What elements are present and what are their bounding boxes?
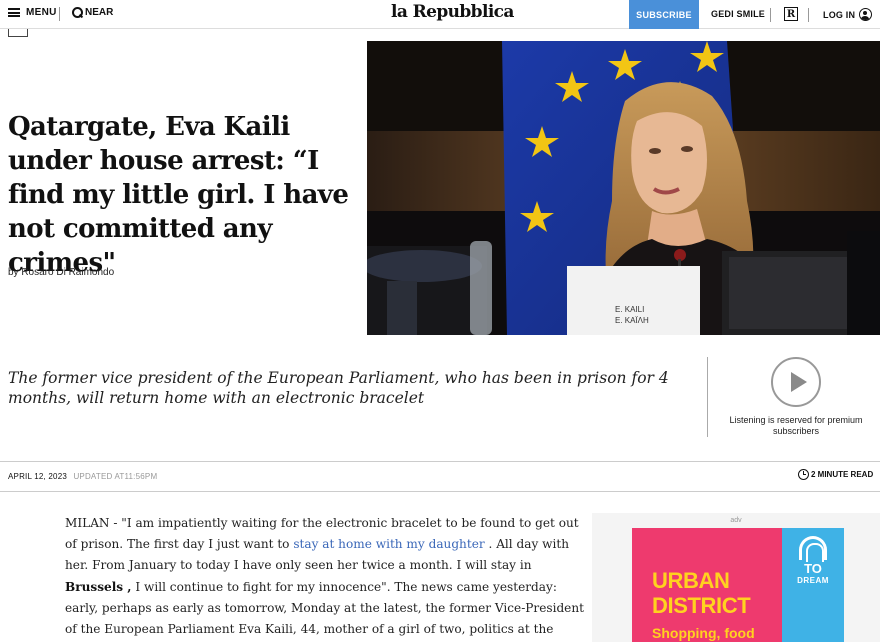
clock-icon [798, 469, 809, 480]
divider [59, 7, 60, 21]
divider [707, 357, 708, 437]
updated-time: UPDATED AT11:56PM [73, 472, 158, 481]
read-time: 2 MINUTE READ [798, 469, 873, 480]
article-body: MILAN - "I am impatiently waiting for th… [65, 513, 585, 642]
expand-icon[interactable] [8, 29, 28, 37]
article-date: APRIL 12, 2023 UPDATED AT11:56PM [8, 472, 157, 481]
login-label: LOG IN [823, 9, 856, 20]
login-button[interactable]: LOG IN [823, 8, 873, 21]
daughter-link[interactable]: stay at home with my daughter [293, 537, 484, 551]
menu-label: MENU [26, 7, 57, 18]
user-icon [859, 8, 873, 21]
repubblica-r-icon[interactable]: R [784, 7, 798, 21]
advertisement-banner[interactable]: TO DREAM URBAN DISTRICT Shopping, food [632, 528, 844, 642]
ad-logo-dream: DREAM [797, 576, 829, 585]
arch-icon [799, 536, 827, 562]
hamburger-icon [8, 8, 20, 17]
ad-title: URBAN DISTRICT [652, 568, 751, 618]
top-navigation-bar: MENU NEAR la Repubblica SUBSCRIBE GEDI S… [0, 0, 880, 29]
publish-date: APRIL 12, 2023 [8, 472, 67, 481]
gedi-smile-link[interactable]: GEDI SMILE [711, 9, 765, 19]
divider [0, 461, 880, 462]
ad-subtitle: Shopping, food [652, 625, 755, 641]
subscribe-button[interactable]: SUBSCRIBE [629, 0, 699, 29]
divider [770, 8, 771, 22]
divider [0, 491, 880, 492]
audio-play-button[interactable] [771, 357, 821, 407]
listening-notice: Listening is reserved for premium subscr… [729, 415, 863, 436]
ad-label: adv [730, 517, 742, 524]
divider [808, 8, 809, 22]
near-label: NEAR [85, 7, 114, 18]
nameplate-line2: E. KAΪΛΗ [615, 316, 649, 325]
near-search-button[interactable]: NEAR [72, 7, 113, 18]
menu-button[interactable]: MENU [8, 7, 57, 18]
read-time-label: 2 MINUTE READ [811, 470, 874, 479]
site-logo[interactable]: la Repubblica [391, 2, 514, 22]
article-summary: The former vice president of the Europea… [8, 369, 669, 407]
body-bold-text: Brussels , [65, 579, 132, 594]
ad-title-line1: URBAN [652, 568, 730, 593]
hero-image: E. KAILI E. KAΪΛΗ [367, 41, 880, 335]
article-byline[interactable]: by Rosaro Di Raimondo [8, 267, 114, 278]
body-text: I will continue to fight for my innocenc… [65, 579, 584, 637]
article-headline: Qatargate, Eva Kaili under house arrest:… [8, 112, 349, 278]
ad-logo-to: TO [804, 561, 822, 576]
ad-title-line2: DISTRICT [652, 593, 751, 618]
nameplate-line1: E. KAILI [615, 305, 644, 314]
search-icon [72, 7, 83, 18]
advertisement-box: adv TO DREAM URBAN DISTRICT Shopping, fo… [592, 513, 880, 642]
to-dream-logo: TO DREAM [792, 536, 834, 598]
